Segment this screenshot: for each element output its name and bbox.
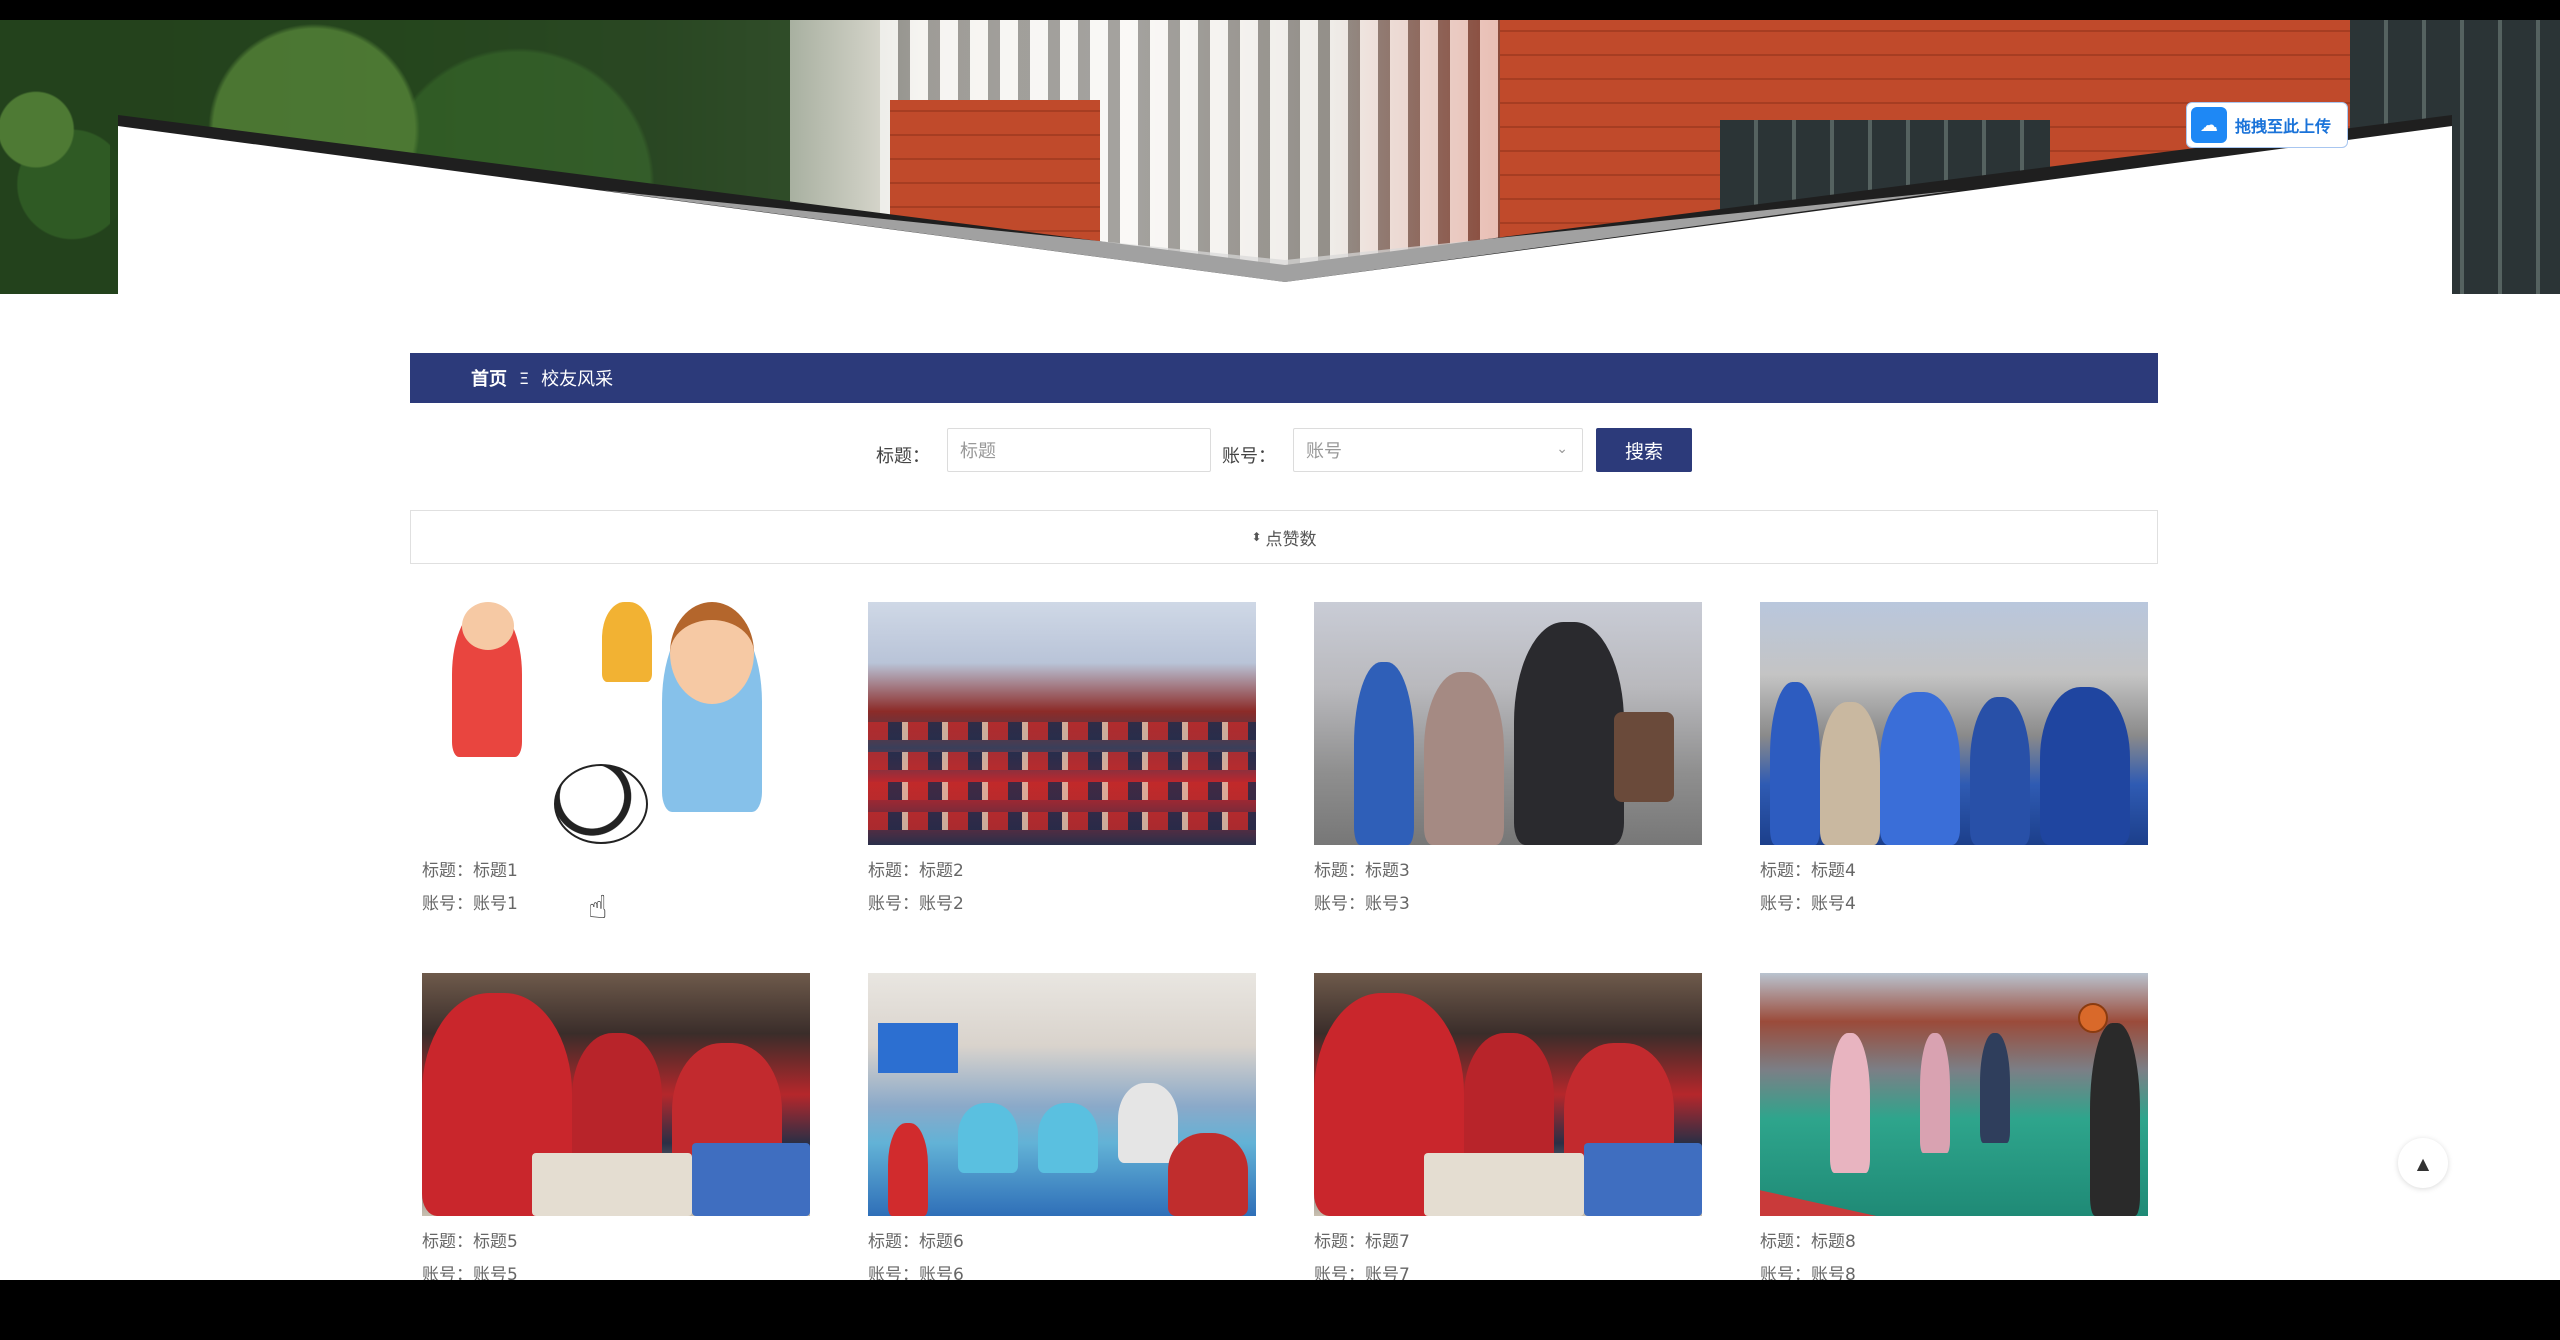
- list-item[interactable]: 标题：标题7 账号：账号7: [1314, 973, 1702, 1280]
- card-account: 账号7: [1365, 1265, 1410, 1280]
- card-image[interactable]: [422, 973, 810, 1216]
- card-account: 账号1: [473, 894, 518, 914]
- page: ☁ 拖拽至此上传 首页 Ξ 校友风采 标题： 标题 账号： 账号 ⌄ 搜索 ⬍ …: [0, 20, 2560, 1280]
- card-image[interactable]: [1314, 973, 1702, 1216]
- sort-label: 点赞数: [1265, 529, 1317, 550]
- card-title: 标题7: [1365, 1232, 1410, 1252]
- breadcrumb-separator: Ξ: [519, 368, 530, 388]
- card-image[interactable]: [422, 602, 810, 845]
- list-item[interactable]: 标题：标题1 账号：账号1: [422, 602, 810, 921]
- title-input[interactable]: 标题: [947, 428, 1211, 472]
- card-title: 标题5: [473, 1232, 518, 1252]
- breadcrumb: 首页 Ξ 校友风采: [410, 353, 2158, 403]
- card-title: 标题4: [1811, 861, 1856, 881]
- title-label: 标题：: [876, 446, 930, 467]
- card-image[interactable]: [1760, 973, 2148, 1216]
- account-label: 账号：: [1222, 446, 1276, 467]
- list-item[interactable]: 标题：标题8 账号：账号8: [1760, 973, 2148, 1280]
- list-item[interactable]: 标题：标题5 账号：账号5: [422, 973, 810, 1280]
- card-account: 账号8: [1811, 1265, 1856, 1280]
- breadcrumb-home[interactable]: 首页: [471, 365, 507, 391]
- list-item[interactable]: 标题：标题3 账号：账号3: [1314, 602, 1702, 921]
- card-title: 标题8: [1811, 1232, 1856, 1252]
- card-title: 标题3: [1365, 861, 1410, 881]
- card-account: 账号6: [919, 1265, 964, 1280]
- sort-icon: ⬍: [1251, 530, 1262, 544]
- breadcrumb-current: 校友风采: [541, 369, 614, 390]
- card-account: 账号5: [473, 1265, 518, 1280]
- search-form: 标题： 标题 账号： 账号 ⌄ 搜索: [0, 428, 2560, 476]
- back-to-top-button[interactable]: ▲: [2398, 1138, 2448, 1188]
- card-account: 账号2: [919, 894, 964, 914]
- card-title: 标题2: [919, 861, 964, 881]
- account-select[interactable]: 账号 ⌄: [1293, 428, 1583, 472]
- card-title: 标题1: [473, 861, 518, 881]
- card-title: 标题6: [919, 1232, 964, 1252]
- upload-label: 拖拽至此上传: [2235, 117, 2332, 136]
- chevron-down-icon: ⌄: [1556, 441, 1568, 457]
- card-image[interactable]: [1314, 602, 1702, 845]
- cloud-upload-icon: ☁: [2191, 107, 2227, 143]
- sort-by-likes[interactable]: ⬍ 点赞数: [410, 510, 2158, 564]
- list-item[interactable]: 标题：标题2 账号：账号2: [868, 602, 1256, 921]
- card-account: 账号3: [1365, 894, 1410, 914]
- card-image[interactable]: [1760, 602, 2148, 845]
- card-account: 账号4: [1811, 894, 1856, 914]
- card-image[interactable]: [868, 973, 1256, 1216]
- list-item[interactable]: 标题：标题4 账号：账号4: [1760, 602, 2148, 921]
- search-button[interactable]: 搜索: [1596, 428, 1692, 472]
- header-banner-image: [0, 20, 2560, 294]
- drag-upload-widget[interactable]: ☁ 拖拽至此上传: [2186, 102, 2348, 148]
- hand-cursor-icon: ☝: [588, 888, 608, 926]
- list-item[interactable]: 标题：标题6 账号：账号6: [868, 973, 1256, 1280]
- card-image[interactable]: [868, 602, 1256, 845]
- arrow-up-icon: ▲: [2416, 1153, 2430, 1173]
